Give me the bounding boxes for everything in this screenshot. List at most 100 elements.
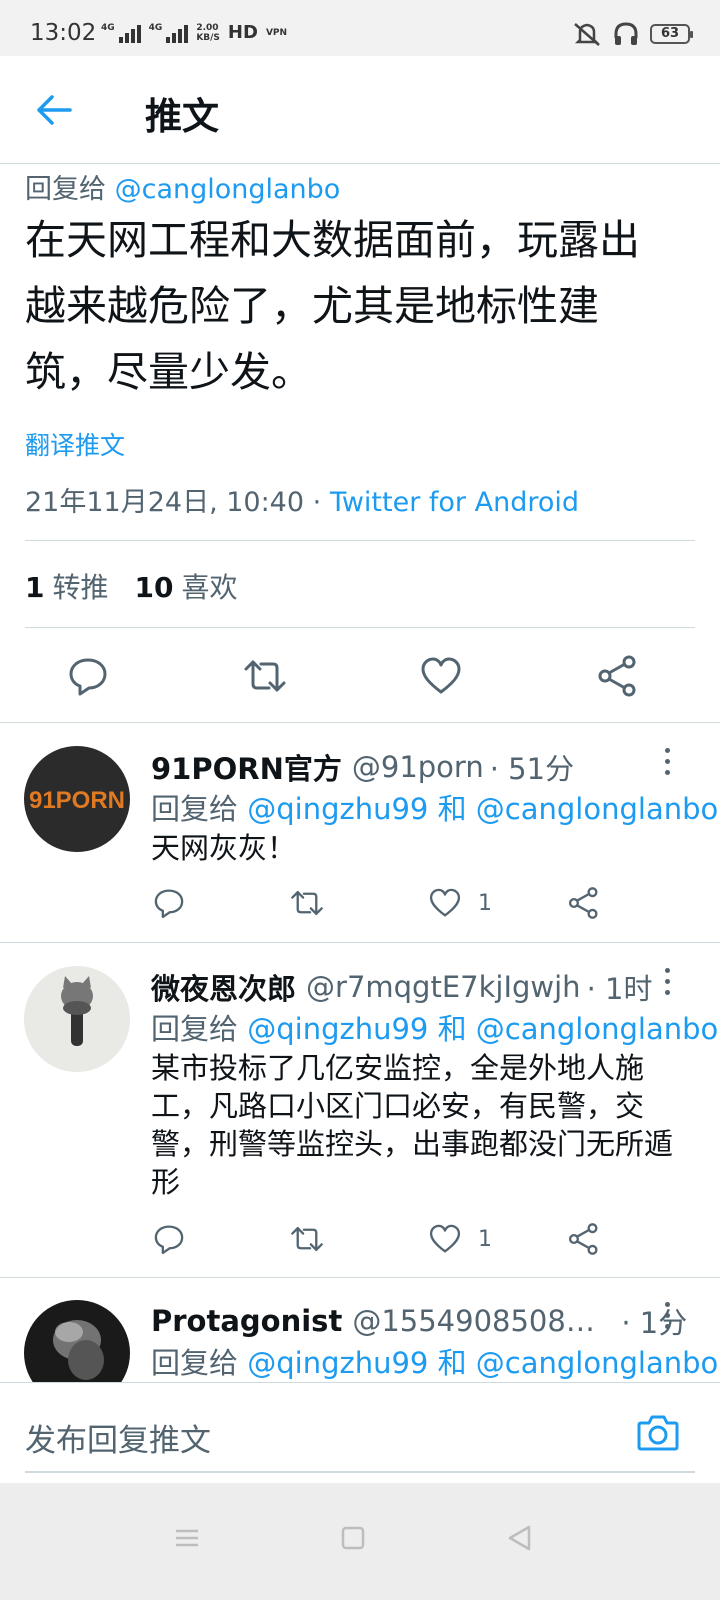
reply-compose-bar: 发布回复推文 (0, 1382, 720, 1482)
retweet-icon[interactable] (243, 654, 287, 698)
reply-text: 天网灰灰！ (151, 831, 297, 865)
more-icon[interactable] (660, 1302, 674, 1332)
mute-icon (574, 23, 600, 46)
avatar-cat-image (61, 976, 93, 1046)
meta-separator: · (312, 487, 322, 518)
like-icon[interactable] (428, 1222, 462, 1256)
system-nav-bar (0, 1483, 720, 1600)
status-right: 63 (572, 20, 693, 48)
tweet-meta: 21年11月24日, 10:40 · Twitter for Android (25, 480, 579, 519)
reply-prefix: 回复给 (25, 174, 106, 205)
avatar-logo: 91PORN (29, 787, 125, 814)
reply-text-line: 形 (151, 1165, 181, 1199)
reply-header: 微夜恩次郎 @r7mqgtE7kjIgwjh · 1时 (151, 966, 706, 1008)
like-count: 1 (478, 1227, 492, 1252)
like-count: 1 (478, 891, 492, 916)
reply-header: 91PORN官方 @91porn · 51分 (151, 746, 706, 788)
svg-text:91PORN: 91PORN (29, 787, 125, 814)
status-network: 4G 4G 2.00 KB/S HD VPN (101, 22, 287, 43)
page-title: 推文 (145, 95, 219, 138)
tweet-text-line: 越来越危险了，尤其是地标性建 (25, 282, 599, 330)
headphones-icon (614, 22, 638, 45)
reply-time: · 1时 (586, 972, 653, 1006)
reply-tweet[interactable]: Protagonist @1554908508qq... · 1分 回复给 @q… (0, 1300, 720, 1382)
user-name[interactable]: Protagonist (151, 1304, 342, 1338)
tweet-text-line: 筑，尽量少发。 (25, 348, 312, 396)
user-handle[interactable]: @1554908508qq... (352, 1304, 607, 1338)
share-icon[interactable] (567, 886, 601, 920)
retweet-icon[interactable] (290, 1222, 324, 1256)
reply-actions: 1 (0, 886, 720, 926)
reply-icon[interactable] (66, 654, 110, 698)
reply-handles-link[interactable]: @qingzhu99 和 @canglonglanbo (247, 1012, 718, 1046)
tweet-text-line: 在天网工程和大数据面前，玩露出 (25, 216, 640, 264)
reply-actions: 1 (0, 1222, 720, 1262)
network-speed: 2.00 KB/S (196, 22, 220, 43)
battery-icon: 63 (650, 24, 693, 44)
reply-to-line: 回复给 @canglonglanbo (25, 167, 340, 206)
share-icon[interactable] (596, 654, 640, 698)
reply-to-line: 回复给 @qingzhu99 和 @canglonglanbo (151, 1340, 718, 1382)
app-header: 推文 (0, 56, 720, 164)
user-name[interactable]: 微夜恩次郎 (151, 966, 296, 1008)
reply-icon[interactable] (152, 886, 186, 920)
user-handle[interactable]: @r7mqgtE7kjIgwjh (306, 970, 581, 1004)
tweet-source-link[interactable]: Twitter for Android (330, 487, 579, 518)
status-bar: 13:02 4G 4G 2.00 KB/S HD VPN 63 (0, 0, 720, 56)
retweet-icon[interactable] (290, 886, 324, 920)
reply-text-line: 某市投标了几亿安监控，全是外地人施 (151, 1051, 645, 1085)
like-icon[interactable] (419, 654, 463, 698)
divider (0, 722, 720, 723)
reply-prefix: 回复给 (151, 1012, 239, 1046)
avatar[interactable] (24, 1300, 130, 1382)
reply-handle-link[interactable]: @canglonglanbo (115, 174, 341, 205)
reply-icon[interactable] (152, 1222, 186, 1256)
reply-handles-link[interactable]: @qingzhu99 和 @canglonglanbo (247, 1346, 718, 1380)
nav-menu-icon[interactable] (172, 1523, 202, 1553)
signal-icon: 4G (101, 23, 141, 43)
nav-home-icon[interactable] (338, 1523, 368, 1553)
avatar[interactable] (24, 966, 130, 1072)
reply-to-line: 回复给 @qingzhu99 和 @canglonglanbo (151, 786, 718, 828)
translate-link[interactable]: 翻译推文 (25, 426, 125, 462)
user-handle[interactable]: @91porn (352, 750, 484, 784)
reply-prefix: 回复给 (151, 1346, 239, 1380)
like-icon[interactable] (428, 886, 462, 920)
back-arrow-icon[interactable] (34, 90, 74, 130)
nav-back-icon[interactable] (505, 1523, 535, 1553)
signal-icon: 4G (149, 23, 189, 43)
reply-tweet[interactable]: 微夜恩次郎 @r7mqgtE7kjIgwjh · 1时 回复给 @qingzhu… (0, 966, 720, 1276)
divider (25, 627, 695, 628)
hd-indicator: HD (227, 22, 258, 43)
divider (0, 1277, 720, 1278)
user-name[interactable]: 91PORN官方 (151, 746, 342, 788)
reply-time: · 51分 (489, 752, 575, 786)
avatar-smoke-image (53, 1320, 104, 1380)
reply-handles-link[interactable]: @qingzhu99 和 @canglonglanbo (247, 792, 718, 826)
reply-to-line: 回复给 @qingzhu99 和 @canglonglanbo (151, 1006, 718, 1048)
tweet-text: 在天网工程和大数据面前，玩露出 越来越危险了，尤其是地标性建 筑，尽量少发。 (25, 207, 705, 405)
reply-text-line: 工，凡路口小区门口必安，有民警，交 (151, 1089, 645, 1123)
tweet-datetime: 21年11月24日, 10:40 (25, 487, 305, 518)
more-icon[interactable] (660, 968, 674, 998)
tweet-stats: 1 转推 10 喜欢 (25, 566, 237, 606)
camera-icon[interactable] (636, 1411, 680, 1453)
reply-tweet[interactable]: 91PORN 91PORN官方 @91porn · 51分 回复给 @qingz… (0, 746, 720, 942)
share-icon[interactable] (567, 1222, 601, 1256)
divider (0, 942, 720, 943)
divider (25, 540, 695, 541)
vpn-icon: VPN (265, 27, 288, 38)
reply-time: · 1分 (621, 1306, 688, 1340)
reply-prefix: 回复给 (151, 792, 239, 826)
retweet-stat[interactable]: 1 转推 (25, 566, 109, 606)
reply-text-line: 警，刑警等监控头，出事跑都没门无所遁 (151, 1127, 674, 1161)
more-icon[interactable] (660, 748, 674, 778)
like-stat[interactable]: 10 喜欢 (135, 566, 238, 606)
tweet-actions (0, 648, 720, 722)
reply-text: 某市投标了几亿安监控，全是外地人施 工，凡路口小区门口必安，有民警，交 警，刑警… (151, 1049, 691, 1201)
reply-header: Protagonist @1554908508qq... · 1分 (151, 1300, 706, 1342)
status-time: 13:02 (30, 20, 97, 46)
avatar[interactable]: 91PORN (24, 746, 130, 852)
reply-compose-input[interactable]: 发布回复推文 (25, 1415, 211, 1460)
compose-underline (25, 1471, 695, 1473)
